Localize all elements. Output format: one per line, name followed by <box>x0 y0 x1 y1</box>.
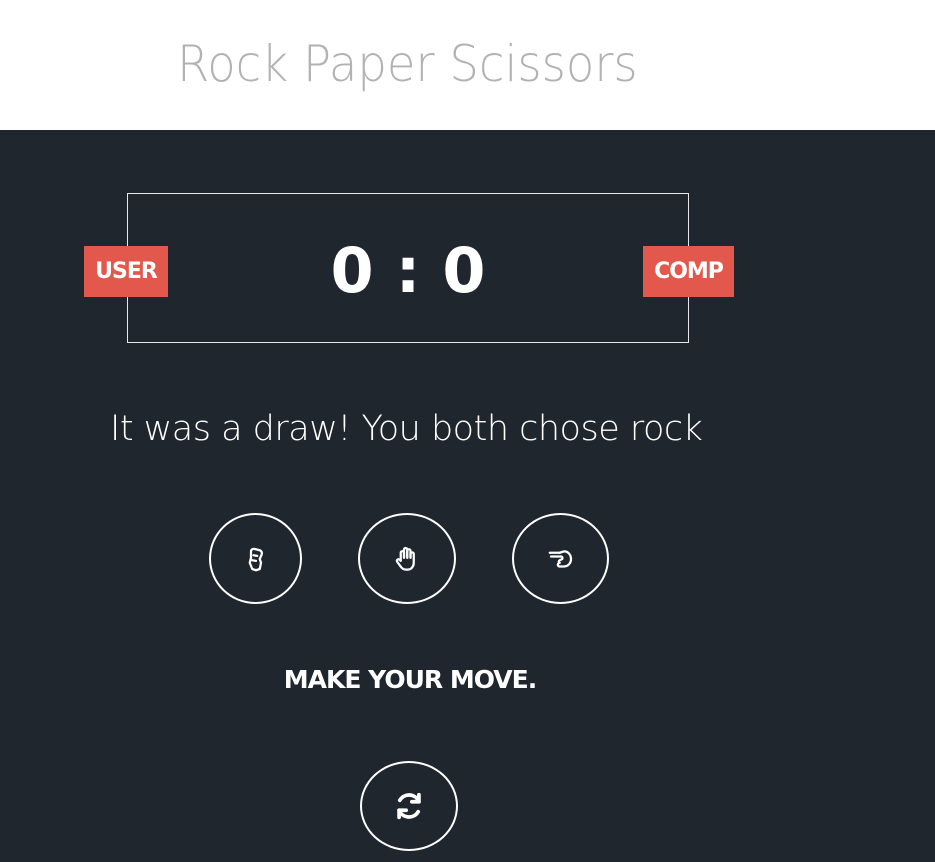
score-display: 0 : 0 <box>127 225 689 315</box>
rock-button[interactable] <box>209 513 302 604</box>
hand-paper-icon <box>395 546 415 571</box>
comp-score: 0 <box>442 233 486 307</box>
move-prompt: MAKE YOUR MOVE. <box>283 665 537 694</box>
header: Rock Paper Scissors <box>0 0 935 130</box>
refresh-icon <box>397 792 421 820</box>
scissors-button[interactable] <box>512 513 609 604</box>
hand-rock-icon <box>248 547 263 571</box>
score-separator: : <box>395 233 421 307</box>
paper-button[interactable] <box>358 513 456 604</box>
reset-button[interactable] <box>360 761 458 851</box>
page-title: Rock Paper Scissors <box>177 35 638 93</box>
result-message: It was a draw! You both chose rock <box>110 409 703 449</box>
hand-scissors-icon <box>548 549 572 568</box>
user-score: 0 <box>330 233 374 307</box>
